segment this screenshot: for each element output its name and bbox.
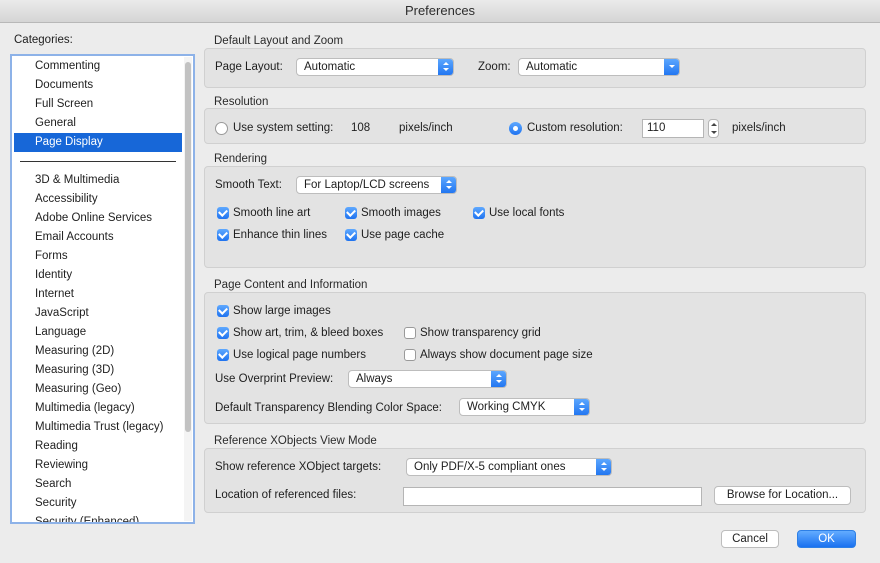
overprint-value: Always (356, 373, 393, 385)
xobject-targets-value: Only PDF/X-5 compliant ones (414, 461, 566, 473)
smooth-line-art-checkbox[interactable] (217, 207, 229, 219)
category-item[interactable]: Adobe Online Services (14, 209, 182, 228)
category-item[interactable]: Reading (14, 437, 182, 456)
chevron-updown-icon (596, 459, 611, 475)
category-item[interactable]: JavaScript (14, 304, 182, 323)
system-resolution-value: 108 (351, 122, 371, 134)
category-item[interactable]: Reviewing (14, 456, 182, 475)
blend-space-popup[interactable]: Working CMYK (459, 398, 590, 416)
blend-space-label: Default Transparency Blending Color Spac… (215, 402, 442, 414)
use-local-fonts-checkbox[interactable] (473, 207, 485, 219)
page-layout-popup[interactable]: Automatic (296, 58, 454, 76)
page-layout-value: Automatic (304, 61, 356, 73)
category-item[interactable]: Accessibility (14, 190, 182, 209)
show-page-size-checkbox[interactable] (404, 349, 416, 361)
zoom-popup[interactable]: Automatic (518, 58, 680, 76)
show-transparency-grid-checkbox[interactable] (404, 327, 416, 339)
system-resolution-unit: pixels/inch (399, 122, 453, 134)
resolution-title: Resolution (214, 96, 269, 108)
category-item[interactable]: Identity (14, 266, 182, 285)
show-transparency-grid-label: Show transparency grid (420, 327, 541, 339)
referenced-files-input[interactable] (403, 487, 702, 506)
enhance-thin-lines-label: Enhance thin lines (233, 229, 327, 241)
custom-resolution-unit: pixels/inch (732, 122, 786, 134)
category-item[interactable]: Multimedia (legacy) (14, 399, 182, 418)
categories-heading: Categories: (14, 34, 73, 46)
chevron-down-icon (664, 59, 679, 75)
category-item[interactable]: Security (Enhanced) (14, 513, 182, 522)
referenced-files-label: Location of referenced files: (215, 489, 357, 501)
category-full-screen[interactable]: Full Screen (14, 95, 182, 114)
category-item[interactable]: Search (14, 475, 182, 494)
chevron-updown-icon (574, 399, 589, 415)
logical-page-numbers-checkbox[interactable] (217, 349, 229, 361)
page-content-title: Page Content and Information (214, 279, 368, 291)
category-item[interactable]: Measuring (3D) (14, 361, 182, 380)
custom-resolution-radio[interactable] (509, 122, 522, 135)
stepper-down-icon[interactable] (711, 131, 717, 134)
chevron-updown-icon (438, 59, 453, 75)
custom-resolution-label: Custom resolution: (527, 122, 623, 134)
category-commenting[interactable]: Commenting (14, 57, 182, 76)
category-item[interactable]: Measuring (2D) (14, 342, 182, 361)
cancel-button[interactable]: Cancel (721, 530, 779, 548)
show-art-trim-bleed-checkbox[interactable] (217, 327, 229, 339)
category-item[interactable]: Email Accounts (14, 228, 182, 247)
category-item[interactable]: Security (14, 494, 182, 513)
category-item[interactable]: Multimedia Trust (legacy) (14, 418, 182, 437)
ok-button[interactable]: OK (797, 530, 856, 548)
window-title: Preferences (0, 0, 880, 23)
category-item[interactable]: Language (14, 323, 182, 342)
layout-zoom-title: Default Layout and Zoom (214, 35, 344, 47)
use-page-cache-checkbox[interactable] (345, 229, 357, 241)
smooth-line-art-label: Smooth line art (233, 207, 311, 219)
use-system-radio[interactable] (215, 122, 228, 135)
show-page-size-label: Always show document page size (420, 349, 593, 361)
category-item[interactable]: Internet (14, 285, 182, 304)
zoom-value: Automatic (526, 61, 578, 73)
logical-page-numbers-label: Use logical page numbers (233, 349, 366, 361)
use-local-fonts-label: Use local fonts (489, 207, 565, 219)
custom-resolution-input[interactable]: 110 (642, 119, 704, 138)
category-item[interactable]: 3D & Multimedia (14, 171, 182, 190)
zoom-label: Zoom: (478, 61, 511, 73)
categories-list[interactable]: Commenting Documents Full Screen General… (10, 54, 195, 524)
xobject-targets-label: Show reference XObject targets: (215, 461, 382, 473)
smooth-text-value: For Laptop/LCD screens (304, 179, 430, 191)
use-page-cache-label: Use page cache (361, 229, 445, 241)
show-large-images-label: Show large images (233, 305, 331, 317)
xobject-targets-popup[interactable]: Only PDF/X-5 compliant ones (406, 458, 612, 476)
use-system-label: Use system setting: (233, 122, 334, 134)
browse-location-button[interactable]: Browse for Location... (714, 486, 851, 505)
smooth-images-checkbox[interactable] (345, 207, 357, 219)
overprint-popup[interactable]: Always (348, 370, 507, 388)
resolution-stepper[interactable] (708, 119, 719, 138)
category-item[interactable]: Forms (14, 247, 182, 266)
category-item[interactable]: Measuring (Geo) (14, 380, 182, 399)
category-general[interactable]: General (14, 114, 182, 133)
smooth-text-label: Smooth Text: (215, 179, 282, 191)
xobjects-title: Reference XObjects View Mode (214, 435, 377, 447)
blend-space-value: Working CMYK (467, 401, 546, 413)
page-layout-label: Page Layout: (215, 61, 283, 73)
category-divider (20, 161, 176, 162)
show-large-images-checkbox[interactable] (217, 305, 229, 317)
overprint-label: Use Overprint Preview: (215, 373, 334, 385)
category-page-display[interactable]: Page Display (14, 133, 182, 152)
chevron-updown-icon (491, 371, 506, 387)
chevron-updown-icon (441, 177, 456, 193)
stepper-up-icon[interactable] (711, 123, 717, 126)
category-documents[interactable]: Documents (14, 76, 182, 95)
rendering-title: Rendering (214, 153, 268, 165)
smooth-text-popup[interactable]: For Laptop/LCD screens (296, 176, 457, 194)
enhance-thin-lines-checkbox[interactable] (217, 229, 229, 241)
categories-scroll-thumb[interactable] (185, 62, 191, 432)
show-art-trim-bleed-label: Show art, trim, & bleed boxes (233, 327, 384, 339)
smooth-images-label: Smooth images (361, 207, 441, 219)
